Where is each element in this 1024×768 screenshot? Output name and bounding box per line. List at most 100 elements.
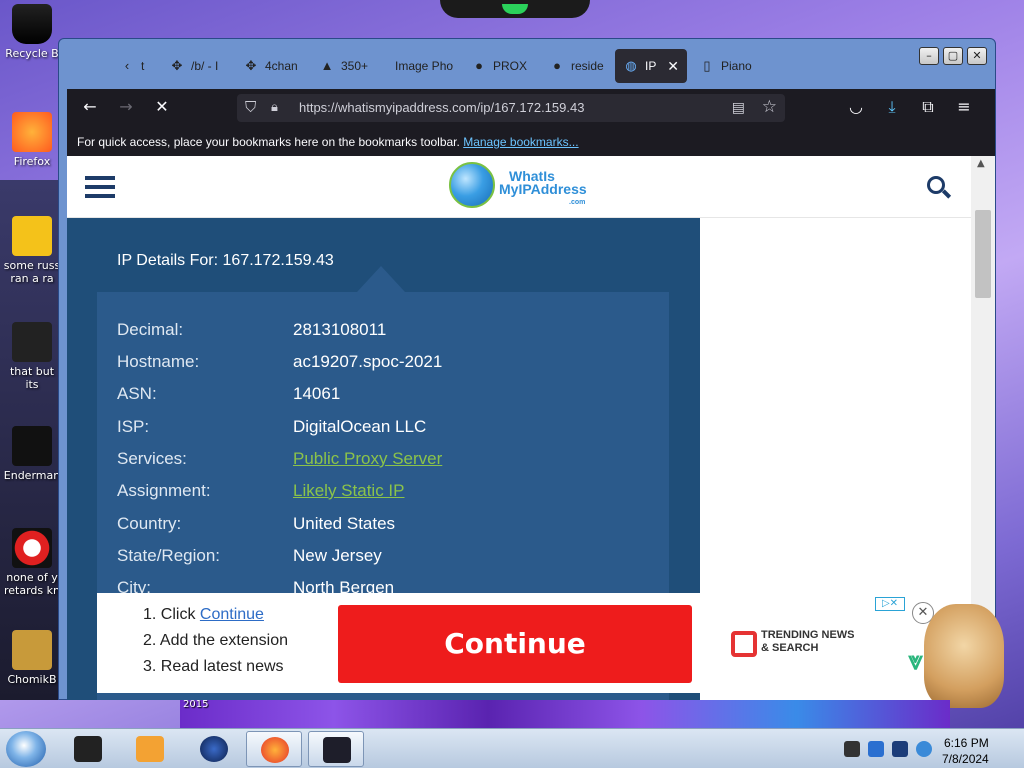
detail-row-state: State/Region: New Jersey	[117, 546, 657, 572]
close-window-button[interactable]: ✕	[967, 47, 987, 65]
star-icon[interactable]: ☆	[762, 97, 777, 117]
network-icon[interactable]	[892, 741, 908, 757]
shield-icon[interactable]: ⛉	[245, 99, 256, 116]
hamburger-menu-icon[interactable]	[85, 176, 115, 198]
forward-arrow-icon[interactable]: →	[115, 98, 137, 116]
ip-details-heading: IP Details For: 167.172.159.43	[117, 252, 334, 269]
taskbar-media-player[interactable]	[122, 731, 178, 767]
taskbar-app-1[interactable]	[60, 731, 116, 767]
ad-step-1-text: 1. Click	[143, 606, 200, 623]
scroll-up-arrow-icon[interactable]: ▲	[977, 158, 985, 169]
desktop-icon-label: Recycle B	[5, 47, 59, 60]
search-icon[interactable]	[925, 174, 953, 202]
tab-image-pho[interactable]: Image Pho	[365, 49, 457, 83]
detail-key: Services:	[117, 449, 187, 468]
file-icon	[12, 426, 52, 466]
stop-loading-icon[interactable]: ✕	[151, 98, 173, 116]
taskbar-firefox[interactable]	[246, 731, 302, 767]
tray-app-icon[interactable]	[868, 741, 884, 757]
panel-pointer	[357, 266, 405, 292]
tab-label: PROX	[493, 59, 528, 73]
browser-window: ‹ t ✥/b/ - I ✥ 4chan ▲ 350+ Image Pho ● PROX…	[58, 38, 996, 700]
tab-label: 4chan	[265, 59, 298, 73]
desktop-icon-firefox[interactable]: Firefox	[2, 112, 62, 168]
adchoices-icon[interactable]: ▷✕	[875, 597, 905, 611]
pocket-icon[interactable]: ◡	[845, 98, 867, 116]
taskbar-app-5[interactable]	[308, 731, 364, 767]
tab-reside[interactable]: ● reside	[541, 49, 609, 83]
manage-bookmarks-link[interactable]: Manage bookmarks...	[463, 135, 578, 149]
file-icon	[12, 216, 52, 256]
desktop-icon-label: Enderman	[3, 469, 61, 482]
clock-time[interactable]: 6:16 PM	[944, 736, 989, 750]
hamster-desktop-pet[interactable]	[924, 604, 1004, 708]
tab-label: 350+	[341, 59, 369, 73]
lock-icon[interactable]: 🔒︎	[271, 99, 278, 115]
assignment-link[interactable]: Likely Static IP	[293, 481, 405, 501]
file-icon	[12, 630, 52, 670]
tab-4chan[interactable]: ✥ 4chan	[235, 49, 303, 83]
menu-icon[interactable]: ≡	[953, 98, 975, 116]
extensions-icon[interactable]: ⧉	[917, 98, 939, 116]
tab-prox[interactable]: ● PROX	[463, 49, 529, 83]
back-arrow-icon[interactable]: ←	[79, 98, 101, 116]
tab-b[interactable]: ✥ /b/ - I	[161, 49, 225, 83]
services-link[interactable]: Public Proxy Server	[293, 449, 442, 469]
desktop-icon-recycle-bin[interactable]: Recycle B	[2, 4, 62, 60]
logo-text: WhatIs MyIPAddress .com	[499, 169, 587, 209]
ad-continue-link[interactable]: Continue	[200, 606, 264, 623]
start-button[interactable]	[6, 731, 46, 767]
detail-key: Assignment:	[117, 481, 211, 500]
taskbar-app-3[interactable]	[186, 731, 242, 767]
desktop-icon-label: some russ ran a ra	[3, 259, 61, 285]
desktop-icon-enderman[interactable]: Enderman	[2, 426, 62, 482]
tab-label: Piano	[721, 59, 752, 73]
logo-line2: MyIPAddress	[499, 181, 587, 197]
url-text: https://whatismyipaddress.com/ip/167.172…	[299, 100, 585, 115]
url-bar[interactable]: ⛉ 🔒︎ https://whatismyipaddress.com/ip/16…	[237, 94, 785, 122]
detail-value: DigitalOcean LLC	[293, 417, 427, 436]
desktop-icon-chomik[interactable]: ChomikB	[2, 630, 62, 686]
wallpaper-year-label: 2015	[183, 699, 209, 710]
ad-step-1: 1. Click Continue	[143, 606, 264, 624]
maximize-button[interactable]: ▢	[943, 47, 963, 65]
detail-key: ISP:	[117, 417, 150, 436]
close-tab-icon[interactable]: ✕	[667, 58, 679, 75]
volume-icon[interactable]	[916, 741, 932, 757]
show-hidden-icons-icon[interactable]	[844, 741, 860, 757]
web-page: WhatIs MyIPAddress .com IP Details For: …	[67, 156, 995, 700]
download-icon[interactable]: ⤓	[881, 98, 903, 116]
tab-0[interactable]: ‹ t	[111, 49, 145, 83]
blank-icon	[373, 59, 389, 73]
site-logo[interactable]: WhatIs MyIPAddress .com	[449, 162, 599, 212]
clover-icon: ✥	[245, 58, 257, 73]
github-icon: ●	[475, 58, 483, 73]
media-player-icon	[136, 736, 164, 762]
detail-row-isp: ISP: DigitalOcean LLC	[117, 417, 657, 443]
detail-key: Hostname:	[117, 352, 200, 371]
file-icon	[12, 528, 52, 568]
desktop-icon-file-2[interactable]: that but its	[2, 322, 62, 391]
tab-piano[interactable]: ▯ Piano	[691, 49, 757, 83]
reader-view-icon[interactable]: ▤	[732, 99, 745, 116]
minimize-button[interactable]: –	[919, 47, 939, 65]
tab-label: reside	[571, 59, 604, 73]
detail-row-decimal: Decimal: 2813108011	[117, 320, 657, 346]
advertisement-banner[interactable]: 1. Click Continue 2. Add the extension 3…	[97, 593, 905, 693]
firefox-icon	[12, 112, 52, 152]
logo-sub: .com	[569, 199, 586, 206]
taskbar: 6:16 PM 7/8/2024	[0, 728, 1024, 768]
tab-strip: ‹ t ✥/b/ - I ✥ 4chan ▲ 350+ Image Pho ● PROX…	[59, 39, 995, 89]
detail-key: Decimal:	[117, 320, 184, 339]
ad-continue-button[interactable]: Continue	[338, 605, 692, 683]
desktop-icon-file-1[interactable]: some russ ran a ra	[2, 216, 62, 285]
tab-ip-active[interactable]: ◍ IP ✕	[615, 49, 687, 83]
tab-label: IP	[645, 59, 657, 73]
detail-value: 14061	[293, 384, 341, 403]
bookmarks-toolbar: For quick access, place your bookmarks h…	[67, 127, 995, 156]
desktop-icon-file-3[interactable]: none of y retards kn	[2, 528, 62, 597]
scrollbar-thumb[interactable]	[975, 210, 991, 298]
tab-label: Image Pho	[395, 59, 454, 73]
desktop-icon-label: that but its	[9, 365, 55, 391]
clock-date[interactable]: 7/8/2024	[942, 752, 989, 766]
